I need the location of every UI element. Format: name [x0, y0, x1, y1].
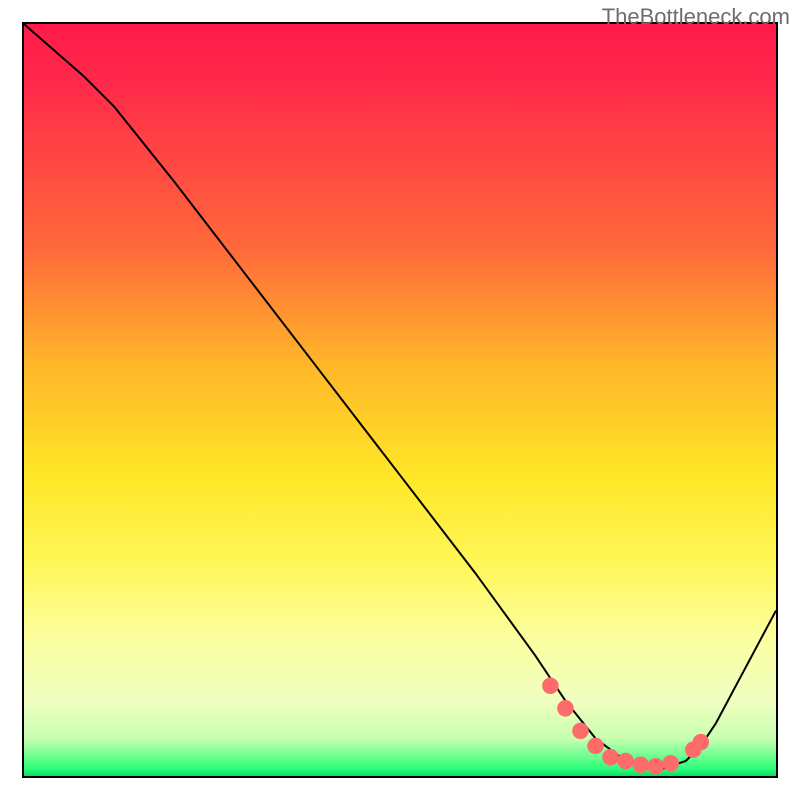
curve-svg — [24, 24, 776, 776]
highlight-dot — [587, 738, 604, 755]
highlight-dot — [632, 756, 649, 773]
optimal-range-dots — [542, 677, 709, 774]
highlight-dot — [693, 734, 710, 751]
highlight-dot — [617, 753, 634, 770]
plot-area — [24, 24, 776, 776]
highlight-dot — [542, 677, 559, 694]
watermark-text: TheBottleneck.com — [602, 4, 790, 30]
highlight-dot — [557, 700, 574, 717]
chart-container: TheBottleneck.com — [0, 0, 800, 800]
highlight-dot — [572, 723, 589, 740]
highlight-dot — [602, 749, 619, 766]
highlight-dot — [662, 755, 679, 772]
highlight-dot — [647, 758, 664, 775]
bottleneck-curve — [24, 24, 776, 768]
